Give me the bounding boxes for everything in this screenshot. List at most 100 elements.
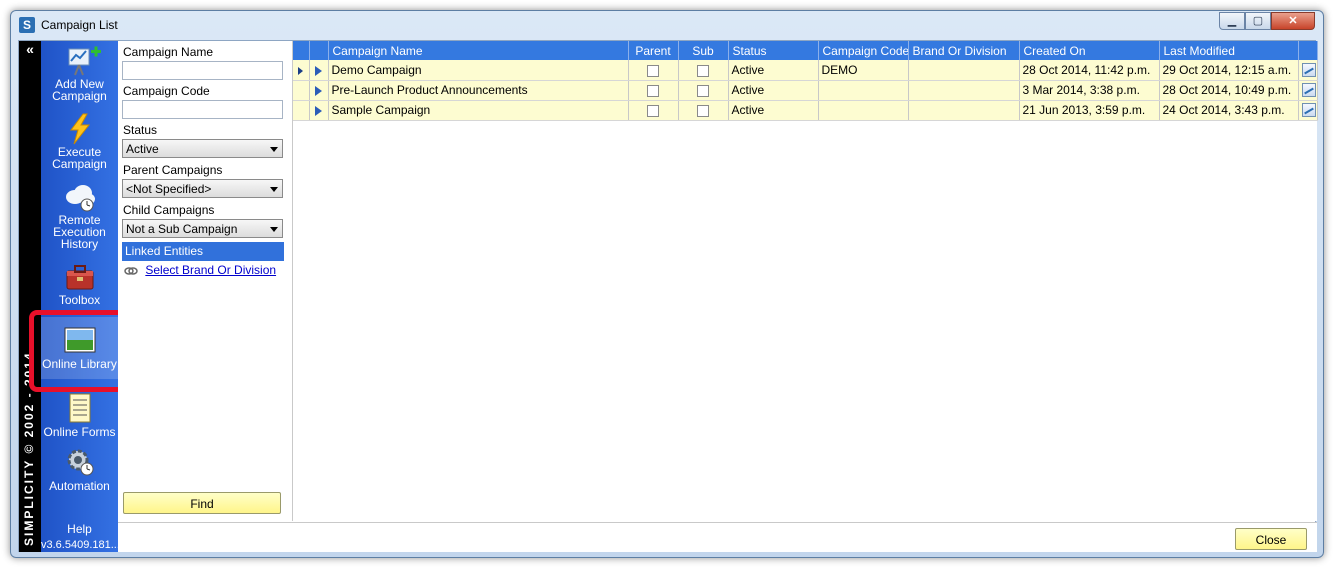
cell-created-on: 3 Mar 2014, 3:38 p.m. [1019, 80, 1160, 101]
column-header-campaign-code[interactable]: Campaign Code [818, 41, 909, 60]
window-title: Campaign List [41, 18, 118, 32]
chevron-down-icon [270, 187, 278, 192]
cell-status: Active [728, 60, 819, 81]
cell-brand [908, 80, 1020, 101]
cell-sub [678, 80, 729, 101]
cell-report[interactable] [1298, 100, 1318, 121]
cell-parent [628, 60, 679, 81]
row-selector[interactable] [293, 60, 310, 81]
table-header-row: Campaign Name Parent Sub Status Campaign… [293, 41, 1318, 60]
cell-campaign-code [818, 100, 909, 121]
select-brand-row: Select Brand Or Division [124, 263, 276, 277]
gear-clock-icon [63, 447, 97, 477]
column-header-sub[interactable]: Sub [678, 41, 729, 60]
title-bar[interactable]: S Campaign List ▁ ▢ ✕ [11, 11, 1323, 39]
cell-last-modified: 28 Oct 2014, 10:49 p.m. [1159, 80, 1299, 101]
toolbox-icon [63, 261, 97, 291]
cell-sub [678, 100, 729, 121]
child-campaigns-select[interactable]: Not a Sub Campaign [122, 219, 283, 238]
sub-checkbox[interactable] [697, 64, 709, 77]
maximize-button[interactable]: ▢ [1245, 12, 1271, 30]
cell-campaign-name: Pre-Launch Product Announcements [328, 80, 629, 101]
row-selector[interactable] [293, 80, 310, 101]
cell-report[interactable] [1298, 60, 1318, 81]
campaign-code-input[interactable] [122, 100, 283, 119]
row-selector[interactable] [293, 100, 310, 121]
table-row[interactable]: Pre-Launch Product Announcements Active … [293, 80, 1318, 101]
parent-checkbox[interactable] [647, 64, 659, 77]
form-icon [63, 393, 97, 423]
campaign-list-window: S Campaign List ▁ ▢ ✕ « SIMPLICITY © 200… [10, 10, 1324, 558]
cloud-clock-icon [63, 181, 97, 212]
sidebar-item-online-forms[interactable]: Online Forms [41, 393, 118, 438]
cell-campaign-code: DEMO [818, 60, 909, 81]
window-close-button[interactable]: ✕ [1271, 12, 1315, 30]
parent-checkbox[interactable] [647, 84, 659, 97]
cell-last-modified: 29 Oct 2014, 12:15 a.m. [1159, 60, 1299, 81]
column-header-status[interactable]: Status [728, 41, 819, 60]
row-expand[interactable] [309, 100, 329, 121]
campaign-grid: Campaign Name Parent Sub Status Campaign… [293, 41, 1318, 521]
parent-campaigns-select[interactable]: <Not Specified> [122, 179, 283, 198]
sidebar-item-toolbox[interactable]: Toolbox [41, 261, 118, 305]
column-header-brand-or-division[interactable]: Brand Or Division [908, 41, 1020, 60]
filter-panel: Campaign Name Campaign Code Status Activ… [118, 41, 293, 521]
select-brand-link[interactable]: Select Brand Or Division [145, 263, 276, 277]
column-header-selector [293, 41, 310, 60]
column-header-expand [309, 41, 329, 60]
column-header-created-on[interactable]: Created On [1019, 41, 1160, 60]
status-label: Status [123, 123, 158, 137]
column-header-parent[interactable]: Parent [628, 41, 679, 60]
sidebar-item-label: Automation [49, 479, 110, 493]
column-header-last-modified[interactable]: Last Modified [1159, 41, 1299, 60]
sidebar-item-execute-campaign[interactable]: Execute Campaign [41, 113, 118, 170]
sub-checkbox[interactable] [697, 84, 709, 97]
column-header-campaign-name[interactable]: Campaign Name [328, 41, 629, 60]
row-expand[interactable] [309, 60, 329, 81]
report-chart-icon [1301, 63, 1316, 78]
table-row[interactable]: Demo Campaign Active DEMO 28 Oct 2014, 1… [293, 60, 1318, 81]
add-campaign-icon [63, 45, 101, 76]
sidebar-item-help[interactable]: Help [41, 523, 118, 535]
campaign-name-label: Campaign Name [123, 45, 214, 59]
sidebar-item-add-new-campaign[interactable]: Add New Campaign [41, 45, 118, 102]
status-value: Active [126, 142, 159, 156]
find-button[interactable]: Find [123, 492, 281, 514]
cell-status: Active [728, 100, 819, 121]
cell-campaign-name: Demo Campaign [328, 60, 629, 81]
brand-strip: « SIMPLICITY © 2002 - 2014 [19, 41, 41, 552]
child-campaigns-value: Not a Sub Campaign [126, 222, 238, 236]
parent-campaigns-value: <Not Specified> [126, 182, 212, 196]
sidebar-item-label: Remote Execution History [53, 213, 106, 251]
app-logo-icon: S [19, 17, 35, 33]
sidebar-item-remote-execution-history[interactable]: Remote Execution History [41, 181, 118, 250]
lightning-icon [63, 113, 97, 145]
parent-checkbox[interactable] [647, 104, 659, 117]
linked-entities-header: Linked Entities [122, 242, 284, 261]
cell-last-modified: 24 Oct 2014, 3:43 p.m. [1159, 100, 1299, 121]
close-button[interactable]: Close [1235, 528, 1307, 550]
status-select[interactable]: Active [122, 139, 283, 158]
sidebar-item-label: Add New Campaign [52, 77, 107, 103]
current-row-arrow-icon [298, 66, 304, 75]
chain-link-icon [124, 267, 138, 275]
table-row[interactable]: Sample Campaign Active 21 Jun 2013, 3:59… [293, 100, 1318, 121]
cell-sub [678, 60, 729, 81]
client-area: « SIMPLICITY © 2002 - 2014 Add New Campa… [18, 40, 1318, 552]
parent-campaigns-label: Parent Campaigns [123, 163, 223, 177]
cell-brand [908, 60, 1020, 81]
cell-parent [628, 80, 679, 101]
bottom-bar: Close [118, 522, 1317, 552]
cell-parent [628, 100, 679, 121]
sidebar-item-label: Online Forms [43, 425, 116, 439]
sidebar-item-label: Help [67, 522, 92, 536]
sidebar-item-automation[interactable]: Automation [41, 447, 118, 492]
cell-report[interactable] [1298, 80, 1318, 101]
cell-campaign-code [818, 80, 909, 101]
cell-campaign-name: Sample Campaign [328, 100, 629, 121]
campaign-name-input[interactable] [122, 61, 283, 80]
row-expand[interactable] [309, 80, 329, 101]
minimize-button[interactable]: ▁ [1219, 12, 1245, 30]
collapse-sidebar-button[interactable]: « [19, 42, 41, 57]
sub-checkbox[interactable] [697, 104, 709, 117]
